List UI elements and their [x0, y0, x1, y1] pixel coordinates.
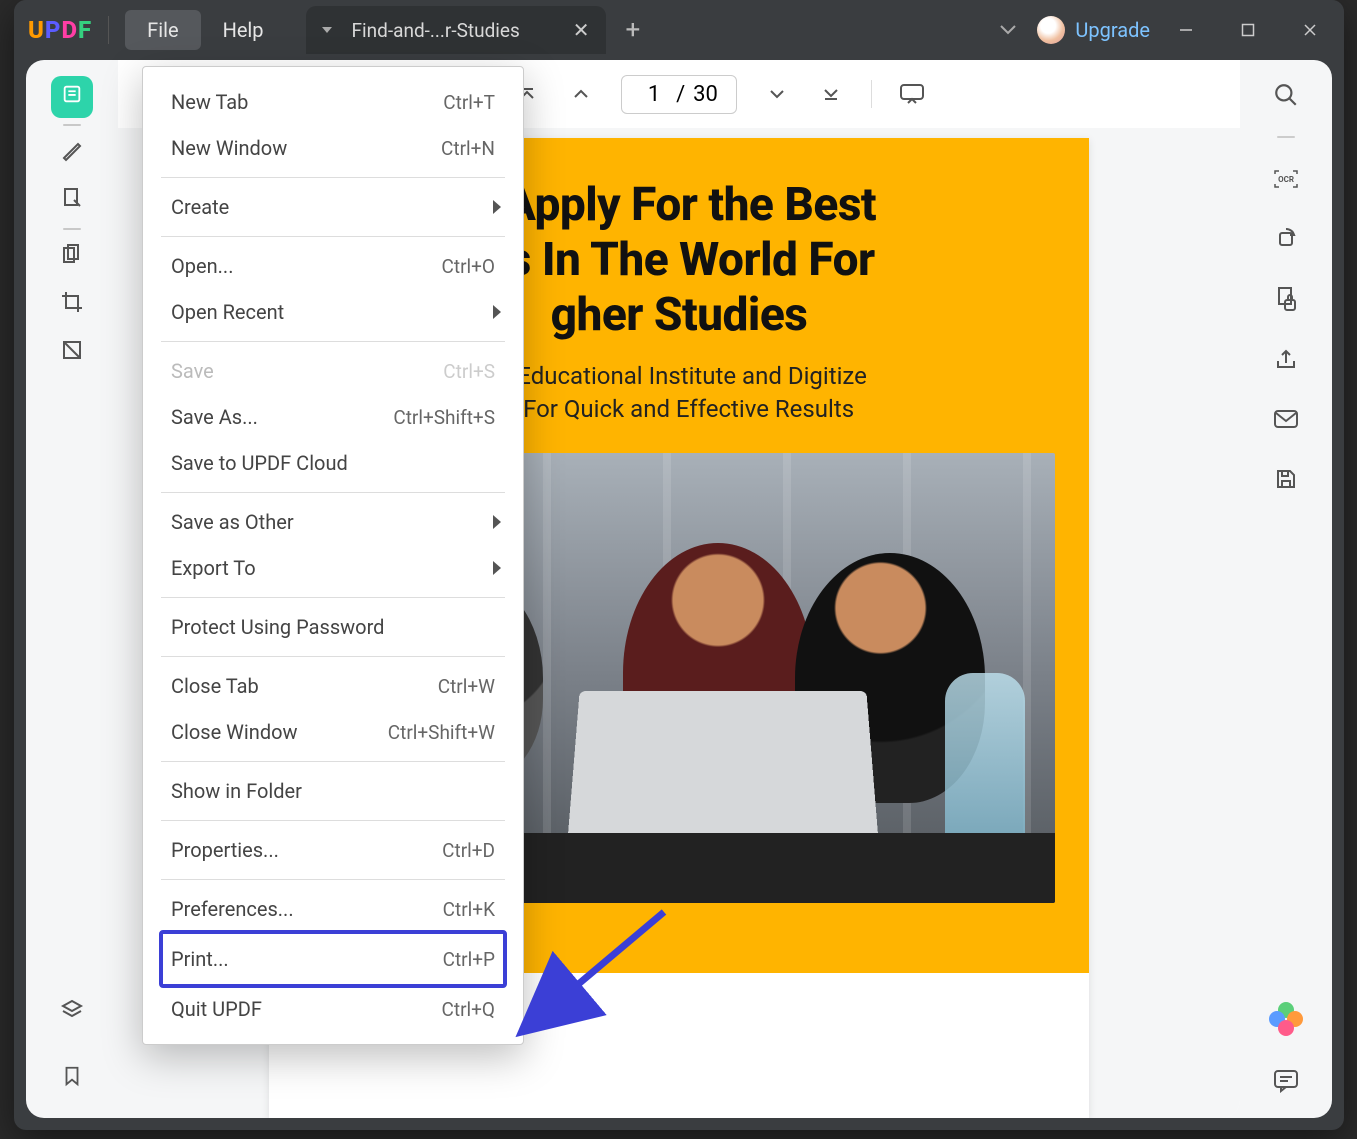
menu-print[interactable]: Print...Ctrl+P: [161, 932, 505, 986]
page-sep: /: [676, 82, 685, 107]
reader-mode-button[interactable]: [51, 76, 93, 118]
window-maximize-button[interactable]: [1222, 10, 1274, 50]
organize-pages-button[interactable]: [51, 236, 93, 278]
new-tab-button[interactable]: +: [626, 15, 641, 45]
comment-tool-button[interactable]: [51, 132, 93, 174]
last-page-button[interactable]: [817, 80, 845, 108]
divider: [63, 124, 81, 126]
menu-create[interactable]: Create: [143, 184, 523, 230]
save-file-button[interactable]: [1267, 460, 1305, 498]
menu-save-as[interactable]: Save As...Ctrl+Shift+S: [143, 394, 523, 440]
chat-button[interactable]: [1267, 1062, 1305, 1100]
divider: [1277, 136, 1295, 138]
redact-icon: [60, 338, 84, 368]
highlighter-icon: [60, 138, 84, 168]
document-tab[interactable]: Find-and-...r-Studies ✕: [306, 6, 606, 54]
window-close-button[interactable]: [1284, 10, 1336, 50]
tabs-overflow-icon[interactable]: [999, 21, 1017, 40]
titlebar: UPDF File Help Find-and-...r-Studies ✕ +…: [14, 0, 1344, 60]
redact-tool-button[interactable]: [51, 332, 93, 374]
menu-properties[interactable]: Properties...Ctrl+D: [143, 827, 523, 873]
bookmark-icon: [61, 1064, 83, 1094]
bookmark-button[interactable]: [51, 1058, 93, 1100]
app-window: UPDF File Help Find-and-...r-Studies ✕ +…: [14, 0, 1344, 1130]
ocr-button[interactable]: OCR: [1267, 160, 1305, 198]
menu-save-other[interactable]: Save as Other: [143, 499, 523, 545]
menu-quit[interactable]: Quit UPDFCtrl+Q: [143, 986, 523, 1032]
presentation-button[interactable]: [898, 80, 926, 108]
upgrade-button[interactable]: Upgrade: [1037, 16, 1150, 44]
rotate-button[interactable]: [1267, 220, 1305, 258]
menu-export-to[interactable]: Export To: [143, 545, 523, 591]
tab-close-icon[interactable]: ✕: [573, 18, 590, 42]
crop-icon: [60, 290, 84, 320]
email-button[interactable]: [1267, 400, 1305, 438]
right-sidebar: OCR: [1240, 60, 1332, 1118]
svg-text:OCR: OCR: [1278, 175, 1294, 184]
divider: [63, 228, 81, 230]
edit-page-icon: [60, 186, 84, 216]
menu-open-recent[interactable]: Open Recent: [143, 289, 523, 335]
tab-title: Find-and-...r-Studies: [352, 19, 559, 42]
page-indicator: / 30: [621, 75, 737, 114]
file-menu: New TabCtrl+T New WindowCtrl+N Create Op…: [142, 66, 524, 1045]
tab-bar: Find-and-...r-Studies ✕ +: [306, 6, 641, 54]
flower-icon: [1269, 1002, 1303, 1036]
submenu-arrow-icon: [493, 515, 501, 529]
menu-new-tab[interactable]: New TabCtrl+T: [143, 79, 523, 125]
app-logo: UPDF: [28, 16, 92, 44]
divider: [871, 80, 872, 108]
avatar-icon: [1037, 16, 1065, 44]
menu-preferences[interactable]: Preferences...Ctrl+K: [143, 886, 523, 932]
total-pages: 30: [693, 82, 718, 107]
menu-help[interactable]: Help: [201, 10, 286, 50]
prev-page-button[interactable]: [567, 80, 595, 108]
annotation-arrow-icon: [554, 902, 684, 1016]
menu-file[interactable]: File: [125, 10, 200, 50]
left-sidebar: [26, 60, 118, 1118]
menu-close-window[interactable]: Close WindowCtrl+Shift+W: [143, 709, 523, 755]
submenu-arrow-icon: [493, 200, 501, 214]
book-icon: [61, 83, 83, 111]
protect-button[interactable]: [1267, 280, 1305, 318]
menu-show-in-folder[interactable]: Show in Folder: [143, 768, 523, 814]
menu-save: SaveCtrl+S: [143, 348, 523, 394]
search-button[interactable]: [1267, 76, 1305, 114]
crop-tool-button[interactable]: [51, 284, 93, 326]
share-button[interactable]: [1267, 340, 1305, 378]
menu-close-tab[interactable]: Close TabCtrl+W: [143, 663, 523, 709]
ai-assistant-button[interactable]: [1267, 1000, 1305, 1038]
current-page-input[interactable]: [640, 82, 668, 107]
layers-button[interactable]: [51, 992, 93, 1034]
menu-open[interactable]: Open...Ctrl+O: [143, 243, 523, 289]
next-page-button[interactable]: [763, 80, 791, 108]
window-minimize-button[interactable]: [1160, 10, 1212, 50]
tab-dropdown-icon[interactable]: [322, 27, 332, 33]
menu-new-window[interactable]: New WindowCtrl+N: [143, 125, 523, 171]
layers-icon: [60, 998, 84, 1028]
menu-protect-password[interactable]: Protect Using Password: [143, 604, 523, 650]
pages-icon: [60, 242, 84, 272]
edit-tool-button[interactable]: [51, 180, 93, 222]
menu-save-cloud[interactable]: Save to UPDF Cloud: [143, 440, 523, 486]
upgrade-label: Upgrade: [1075, 18, 1150, 42]
submenu-arrow-icon: [493, 561, 501, 575]
divider: [108, 16, 109, 44]
submenu-arrow-icon: [493, 305, 501, 319]
